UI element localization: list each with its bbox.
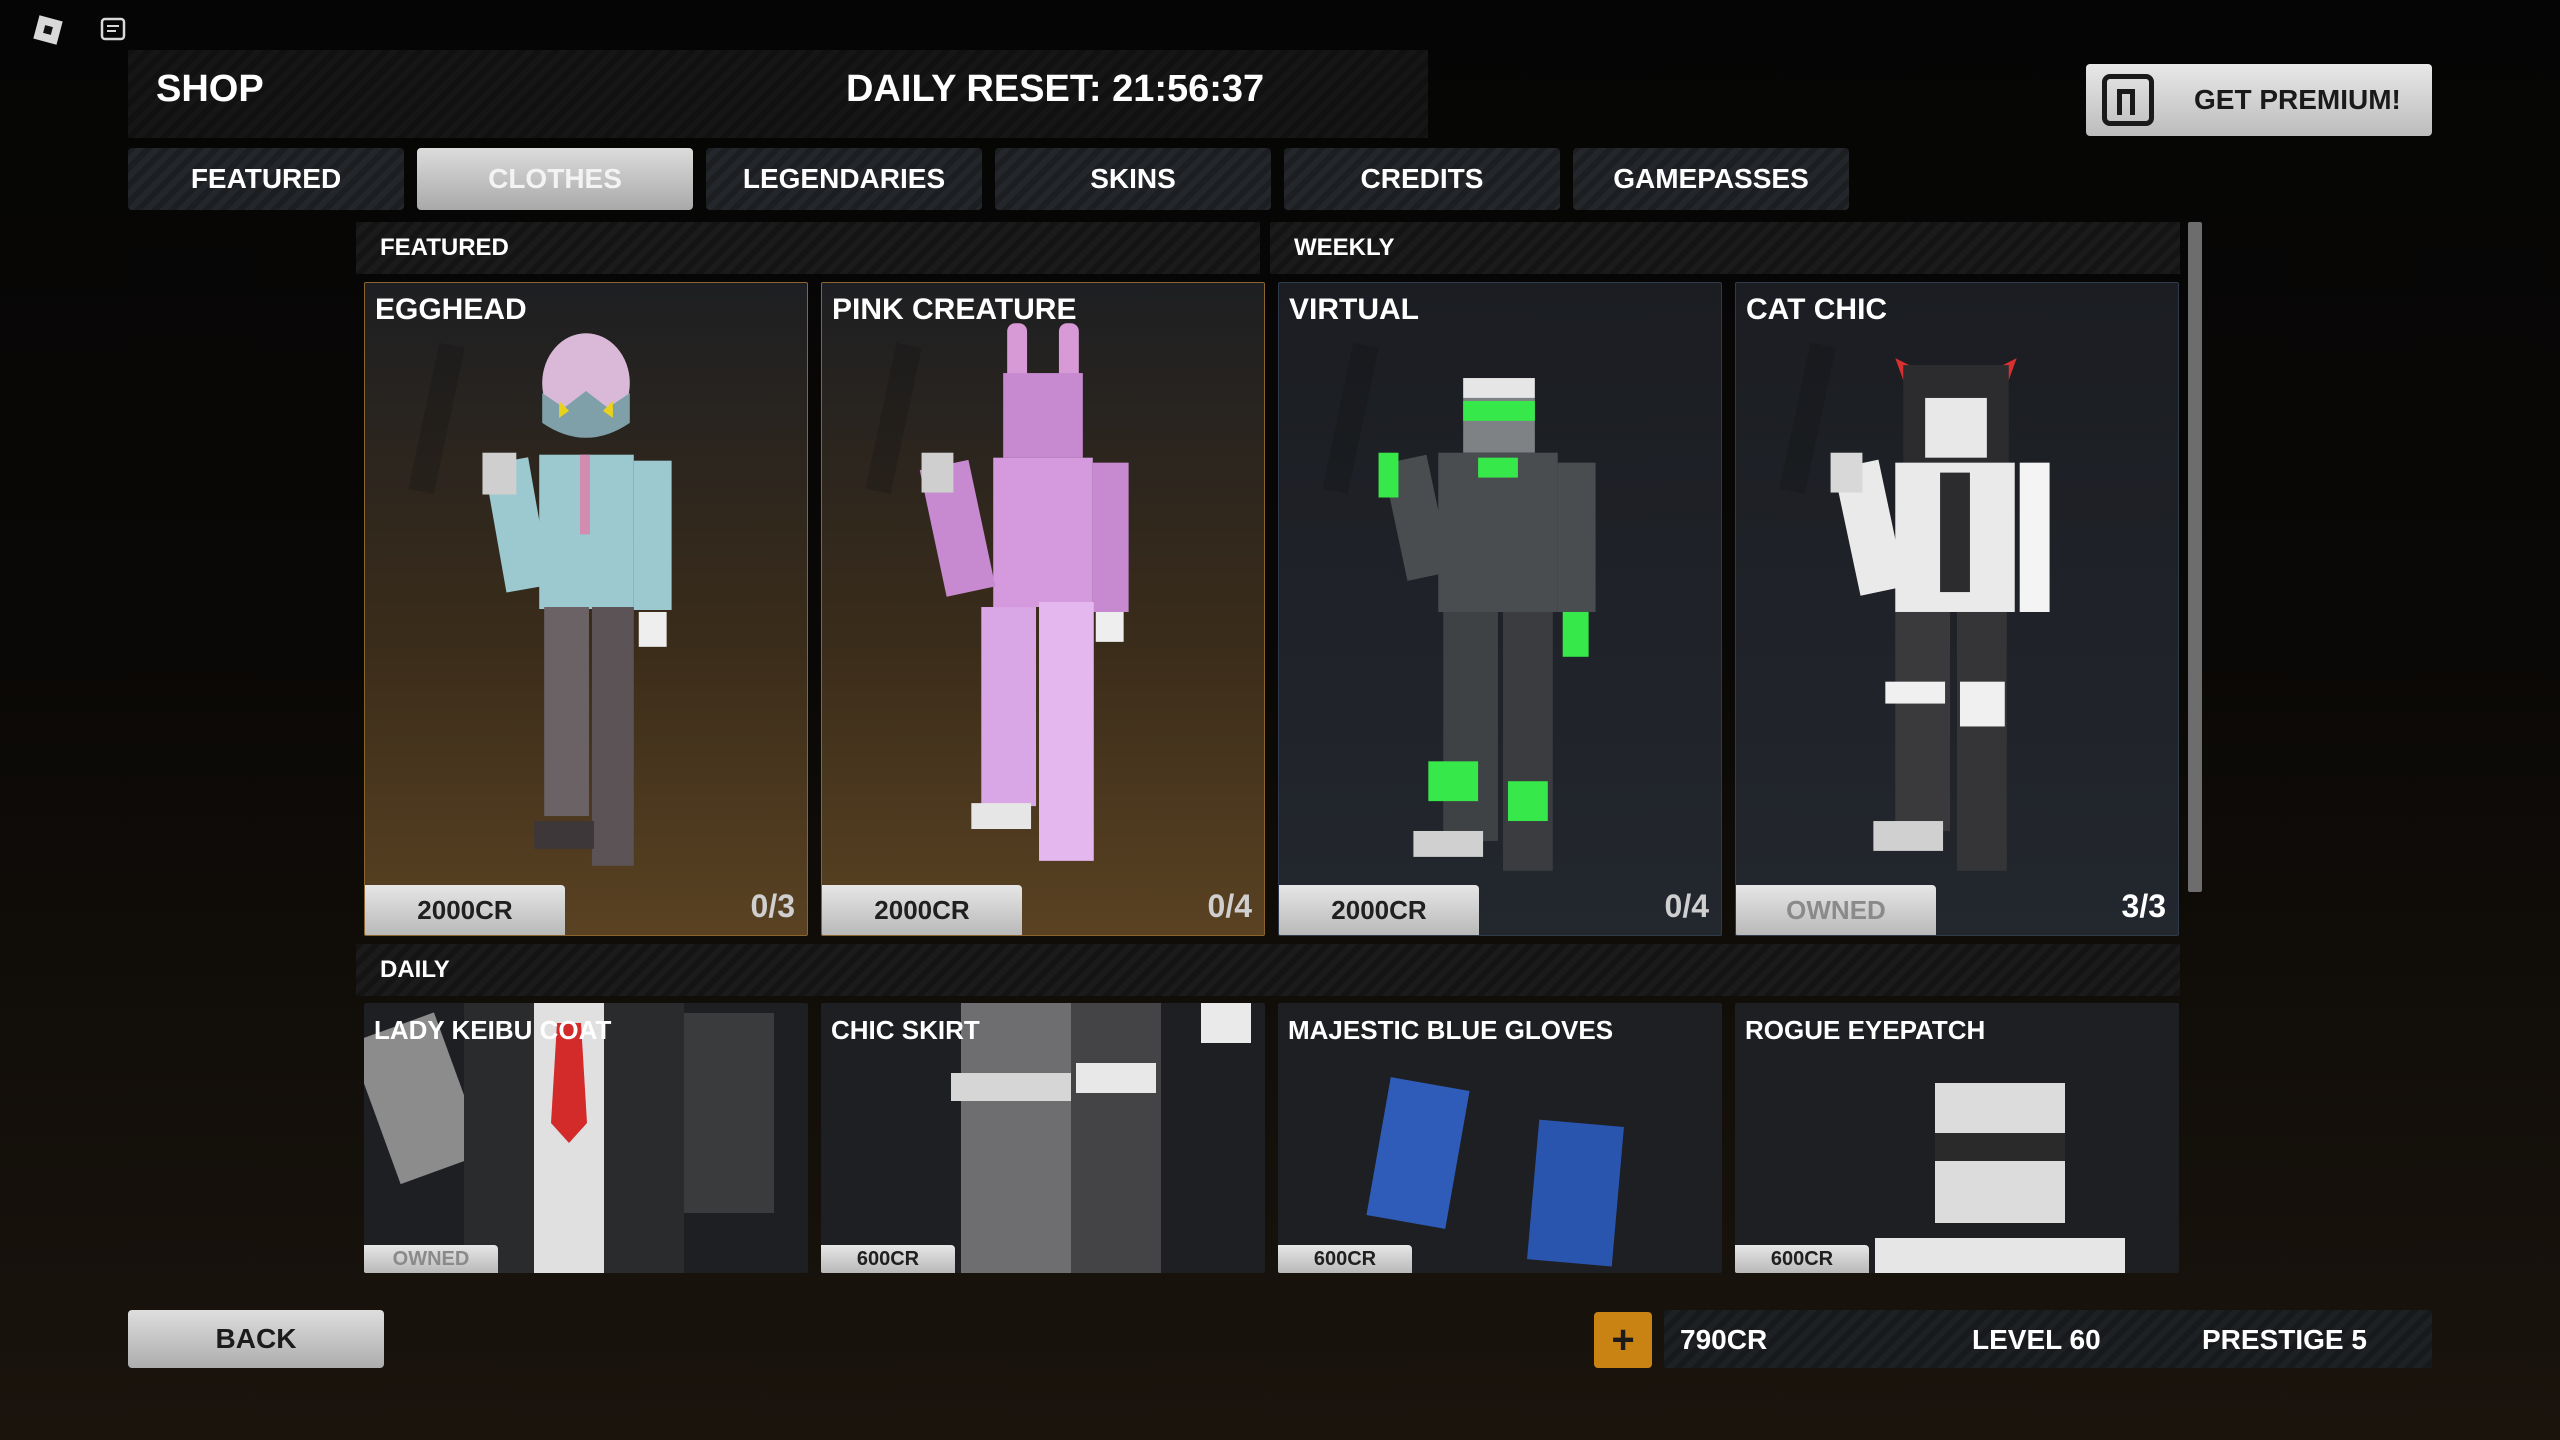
item-card[interactable]: CHIC SKIRT 600CR	[821, 1003, 1265, 1273]
buy-button[interactable]: 2000CR	[822, 885, 1022, 935]
item-card[interactable]: VIRTUAL 2000CR 0/4	[1278, 282, 1722, 936]
pink-creature-character-image	[865, 323, 1129, 861]
item-count: 0/3	[750, 888, 795, 924]
player-stats-bar: 790CR LEVEL 60 PRESTIGE 5	[1664, 1310, 2432, 1368]
item-name: PINK CREATURE	[832, 293, 1077, 326]
item-name: EGGHEAD	[375, 293, 527, 326]
item-card[interactable]: MAJESTIC BLUE GLOVES 600CR	[1278, 1003, 1722, 1273]
buy-button[interactable]: 600CR	[1735, 1245, 1869, 1273]
item-card[interactable]: ROGUE EYEPATCH 600CR	[1735, 1003, 2179, 1273]
tab-featured[interactable]: FEATURED	[128, 148, 404, 210]
section-header-daily: DAILY	[356, 944, 2180, 996]
item-card[interactable]: LADY KEIBU COAT OWNED	[364, 1003, 808, 1273]
tab-skins[interactable]: SKINS	[995, 148, 1271, 210]
chat-icon[interactable]	[98, 14, 130, 55]
item-name: VIRTUAL	[1289, 293, 1419, 326]
section-header-weekly: WEEKLY	[1270, 222, 2180, 274]
item-name: CAT CHIC	[1746, 293, 1888, 326]
buy-button[interactable]: 600CR	[1278, 1245, 1412, 1273]
section-header-featured: FEATURED	[356, 222, 1260, 274]
item-count: 0/4	[1664, 888, 1709, 924]
item-name: ROGUE EYEPATCH	[1745, 1015, 1986, 1045]
item-name: MAJESTIC BLUE GLOVES	[1288, 1015, 1614, 1045]
buy-button[interactable]: 2000CR	[365, 885, 565, 935]
item-card[interactable]: EGGHEAD 2000CR 0/3	[364, 282, 808, 936]
tab-gamepasses[interactable]: GAMEPASSES	[1573, 148, 1849, 210]
premium-icon	[2102, 74, 2154, 126]
shop-header: SHOP DAILY RESET: 21:56:37	[128, 50, 1428, 138]
credits-balance: 790CR	[1680, 1324, 1768, 1355]
shop-title: SHOP	[156, 68, 264, 110]
tab-legendaries[interactable]: LEGENDARIES	[706, 148, 982, 210]
scrollbar[interactable]	[2188, 222, 2202, 892]
owned-badge: OWNED	[364, 1245, 498, 1273]
egghead-character-image	[408, 333, 672, 866]
add-credits-button[interactable]: +	[1594, 1312, 1652, 1368]
buy-button[interactable]: 600CR	[821, 1245, 955, 1273]
player-prestige: PRESTIGE 5	[2202, 1324, 2367, 1355]
back-button[interactable]: BACK	[128, 1310, 384, 1368]
get-premium-button[interactable]: GET PREMIUM!	[2086, 64, 2432, 136]
premium-label: GET PREMIUM!	[2194, 84, 2401, 115]
player-level: LEVEL 60	[1972, 1324, 2101, 1355]
daily-reset-timer: DAILY RESET: 21:56:37	[846, 68, 1265, 110]
owned-badge: OWNED	[1736, 885, 1936, 935]
shop-tabs: FEATURED CLOTHES LEGENDARIES SKINS CREDI…	[128, 148, 1849, 210]
item-name: CHIC SKIRT	[831, 1015, 980, 1045]
item-name: LADY KEIBU COAT	[374, 1015, 612, 1045]
roblox-menu-icon[interactable]	[30, 12, 66, 57]
tab-clothes[interactable]: CLOTHES	[417, 148, 693, 210]
virtual-character-image	[1322, 342, 1596, 871]
tab-credits[interactable]: CREDITS	[1284, 148, 1560, 210]
cat-chic-character-image	[1779, 342, 2050, 871]
buy-button[interactable]: 2000CR	[1279, 885, 1479, 935]
item-count: 0/4	[1207, 888, 1252, 924]
item-card[interactable]: CAT CHIC OWNED 3/3	[1735, 282, 2179, 936]
item-count: 3/3	[2121, 888, 2166, 924]
item-card[interactable]: PINK CREATURE 2000CR 0/4	[821, 282, 1265, 936]
